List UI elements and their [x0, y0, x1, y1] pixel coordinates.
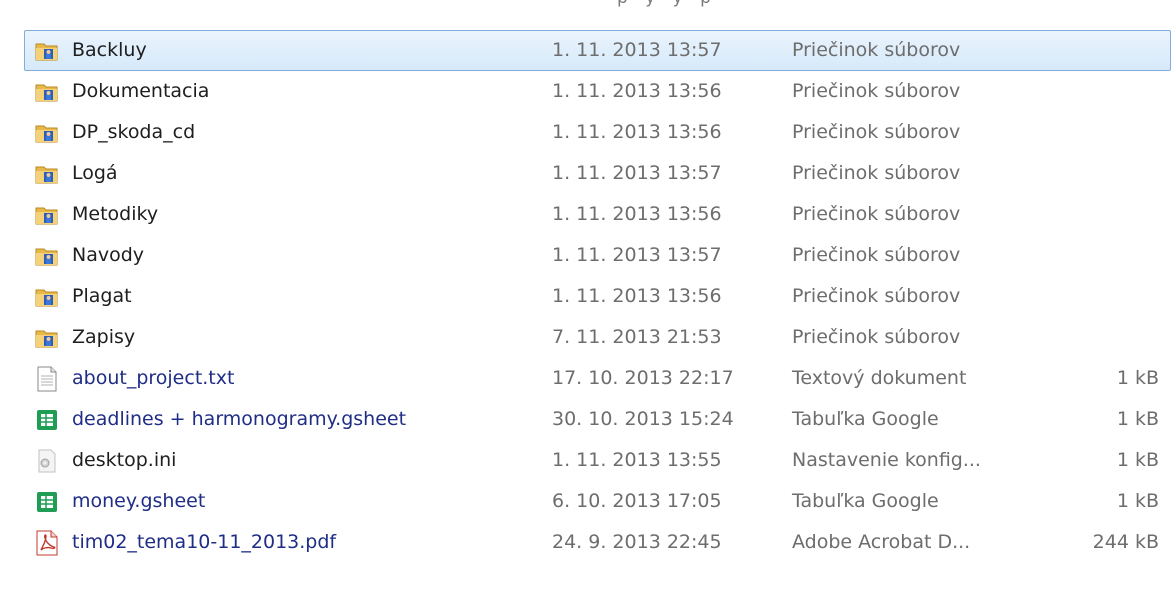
item-date-modified: 1. 11. 2013 13:56 [552, 121, 722, 143]
item-type: Priečinok súborov [792, 121, 961, 143]
item-name: about_project.txt [72, 367, 235, 389]
folder-icon [34, 318, 60, 357]
item-name: Zapisy [72, 326, 136, 348]
folder-row[interactable]: Backluy 1. 11. 2013 13:57 Priečinok súboro… [24, 30, 1171, 71]
folder-icon [34, 236, 60, 275]
folder-row[interactable]: Metodiky 1. 11. 2013 13:56 Priečinok súbor… [24, 194, 1174, 235]
settings-file-icon [34, 441, 60, 480]
item-date-modified: 1. 11. 2013 13:57 [552, 39, 722, 61]
item-size: 1 kB [1116, 367, 1159, 389]
file-row[interactable]: about_project.txt 17. 10. 2013 22:17 Texto… [24, 358, 1174, 399]
folder-row[interactable]: Zapisy 7. 11. 2013 21:53 Priečinok súborov [24, 317, 1174, 358]
item-name: desktop.ini [72, 449, 177, 471]
folder-icon [34, 72, 60, 111]
text-document-icon [34, 359, 60, 398]
item-name: Plagat [72, 285, 132, 307]
item-name: Logá [72, 162, 118, 184]
item-type: Textový dokument [792, 367, 967, 389]
item-type: Adobe Acrobat D... [792, 531, 971, 553]
item-size: 1 kB [1116, 490, 1159, 512]
item-name: Dokumentacia [72, 80, 210, 102]
item-name: Metodiky [72, 203, 159, 225]
folder-row[interactable]: DP_skoda_cd 1. 11. 2013 13:56 Priečinok sú… [24, 112, 1174, 153]
item-date-modified: 1. 11. 2013 13:56 [552, 80, 722, 102]
item-date-modified: 24. 9. 2013 22:45 [552, 531, 722, 553]
item-type: Priečinok súborov [792, 162, 961, 184]
folder-icon [34, 277, 60, 316]
file-row[interactable]: tim02_tema10-11_2013.pdf 24. 9. 2013 22:4… [24, 522, 1174, 563]
item-type: Priečinok súborov [792, 80, 961, 102]
item-date-modified: 1. 11. 2013 13:56 [552, 203, 722, 225]
item-type: Tabuľka Google [792, 408, 939, 430]
item-date-modified: 17. 10. 2013 22:17 [552, 367, 734, 389]
item-type: Priečinok súborov [792, 326, 961, 348]
folder-icon [34, 154, 60, 193]
item-name: tim02_tema10-11_2013.pdf [72, 531, 337, 553]
folder-icon [34, 113, 60, 152]
file-row[interactable]: desktop.ini 1. 11. 2013 13:55 Nastavenie k… [24, 440, 1174, 481]
spreadsheet-icon [34, 400, 60, 439]
item-date-modified: 7. 11. 2013 21:53 [552, 326, 722, 348]
item-type: Priečinok súborov [792, 39, 961, 61]
item-type: Tabuľka Google [792, 490, 939, 512]
file-row[interactable]: deadlines + harmonogramy.gsheet 30. 10. 2… [24, 399, 1174, 440]
item-type: Nastavenie konfig... [792, 449, 981, 471]
folder-icon [34, 31, 60, 70]
item-date-modified: 1. 11. 2013 13:57 [552, 162, 722, 184]
pdf-icon [34, 523, 60, 562]
item-date-modified: 30. 10. 2013 15:24 [552, 408, 734, 430]
folder-row[interactable]: Plagat 1. 11. 2013 13:56 Priečinok súborov [24, 276, 1174, 317]
item-name: Backluy [72, 39, 147, 61]
spreadsheet-icon [34, 482, 60, 521]
item-size: 1 kB [1116, 449, 1159, 471]
item-name: DP_skoda_cd [72, 121, 196, 143]
item-date-modified: 1. 11. 2013 13:56 [552, 285, 722, 307]
item-type: Priečinok súborov [792, 203, 961, 225]
header-fragment: p y y p [617, 0, 717, 8]
item-type: Priečinok súborov [792, 244, 961, 266]
item-type: Priečinok súborov [792, 285, 961, 307]
file-list: Backluy 1. 11. 2013 13:57 Priečinok súboro… [24, 30, 1174, 563]
item-size: 244 kB [1092, 531, 1159, 553]
column-header-strip: p y y p [0, 0, 1174, 26]
item-size: 1 kB [1116, 408, 1159, 430]
item-name: Navody [72, 244, 145, 266]
folder-row[interactable]: Navody 1. 11. 2013 13:57 Priečinok súborov [24, 235, 1174, 276]
item-name: money.gsheet [72, 490, 206, 512]
item-name: deadlines + harmonogramy.gsheet [72, 408, 407, 430]
item-date-modified: 6. 10. 2013 17:05 [552, 490, 722, 512]
item-date-modified: 1. 11. 2013 13:57 [552, 244, 722, 266]
folder-icon [34, 195, 60, 234]
folder-row[interactable]: Dokumentacia 1. 11. 2013 13:56 Priečinok s… [24, 71, 1174, 112]
item-date-modified: 1. 11. 2013 13:55 [552, 449, 722, 471]
folder-row[interactable]: Logá 1. 11. 2013 13:57 Priečinok súborov [24, 153, 1174, 194]
file-row[interactable]: money.gsheet 6. 10. 2013 17:05 Tabuľka Goo… [24, 481, 1174, 522]
